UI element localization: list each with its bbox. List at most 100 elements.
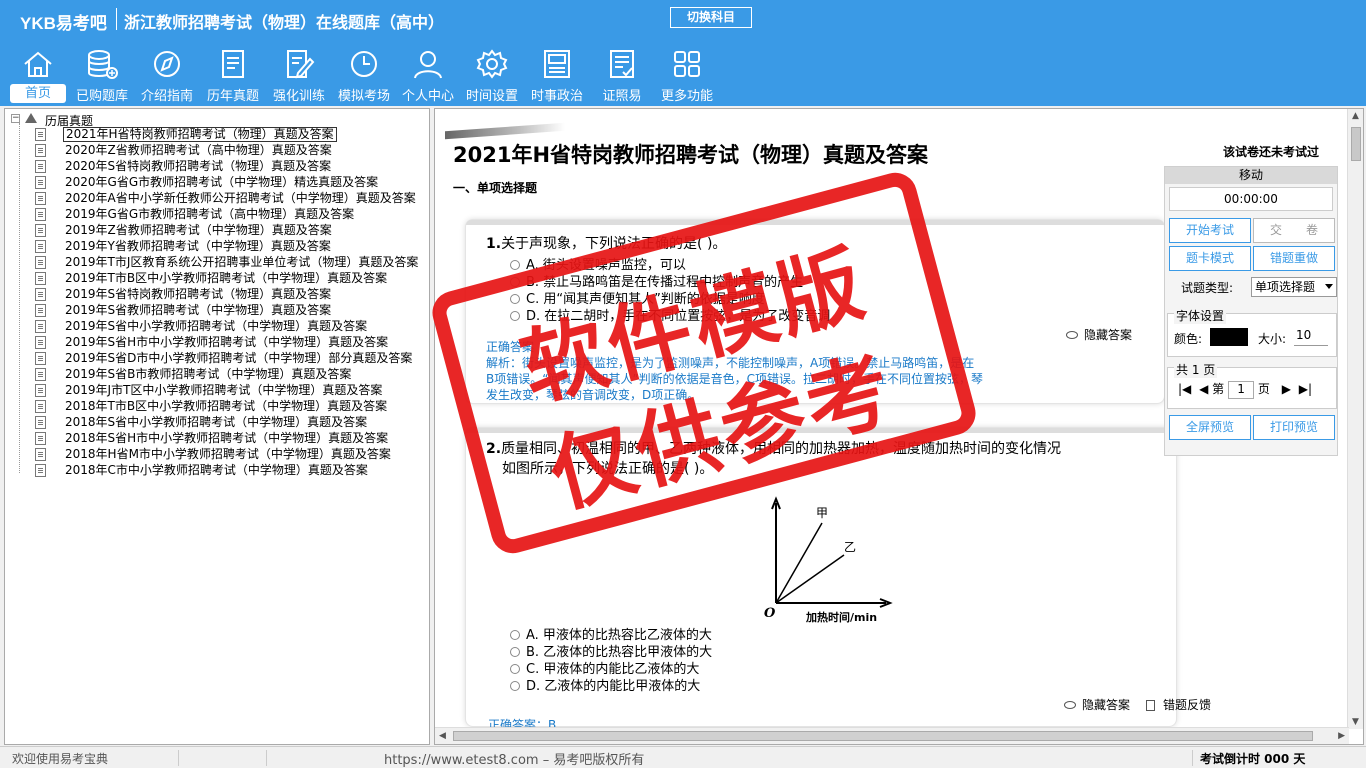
- hide-answer-button[interactable]: 隐藏答案: [1066, 326, 1132, 343]
- nav-license[interactable]: 证照易: [590, 44, 654, 104]
- radio-button[interactable]: [510, 664, 520, 674]
- exam-status: 该试卷还未考试过: [1223, 145, 1320, 159]
- color-picker[interactable]: [1210, 328, 1248, 346]
- radio-button[interactable]: [510, 260, 520, 270]
- page-number-input[interactable]: 1: [1228, 381, 1255, 399]
- document-icon: [35, 192, 46, 205]
- exam-tree-panel: − 历届真题 2021年H省特岗教师招聘考试（物理）真题及答案 2020年Z省教师…: [4, 108, 430, 745]
- option-text: D. 乙液体的内能比甲液体的大: [526, 679, 701, 694]
- font-settings-group: 字体设置 颜色: 大小: 10: [1167, 307, 1337, 357]
- tree-item-label: 2020年Z省教师招聘考试（高中物理）真题及答案: [65, 143, 332, 157]
- tree-connector: [19, 123, 20, 473]
- document-icon: [35, 368, 46, 381]
- tree-item-label: 2018年S省H市中小学教师招聘考试（中学物理）真题及答案: [65, 431, 389, 445]
- scroll-down-icon[interactable]: ▼: [1352, 717, 1359, 727]
- print-preview-button[interactable]: 打印预览: [1253, 415, 1335, 440]
- nav-training[interactable]: 强化训练: [266, 44, 332, 104]
- section-title: 一、单项选择题: [453, 181, 538, 195]
- nav-label: 模拟考场: [337, 89, 390, 104]
- wrong-redo-button[interactable]: 错题重做: [1253, 246, 1335, 271]
- radio-button[interactable]: [510, 647, 520, 657]
- radio-button[interactable]: [510, 630, 520, 640]
- pages-label: 共 1 页: [1174, 361, 1218, 378]
- nav-purchased[interactable]: 已购题库: [70, 44, 134, 104]
- document-icon: [35, 144, 46, 157]
- document-icon: [35, 400, 46, 413]
- radio-button[interactable]: [510, 294, 520, 304]
- tree-item-label: 2019年S省中小学教师招聘考试（中学物理）真题及答案: [65, 319, 368, 333]
- first-page-icon[interactable]: |◀: [1178, 382, 1191, 396]
- tree-item-label: 2019年S省教师招聘考试（中学物理）真题及答案: [65, 303, 332, 317]
- question-stem: 2.质量相同、初温相同的甲、乙两种液体，用相同的加热器加热，温度随加热时间的变化…: [486, 438, 1061, 458]
- nav-label: 个人中心: [401, 89, 454, 104]
- document-icon: [35, 336, 46, 349]
- question-number: 2.: [486, 441, 502, 457]
- graph-label-b: 乙: [844, 540, 856, 554]
- document-icon: [35, 416, 46, 429]
- eye-off-icon: [1066, 331, 1078, 339]
- error-feedback-button[interactable]: 错题反馈: [1146, 696, 1211, 713]
- nav-home[interactable]: 首页: [6, 44, 70, 104]
- tree-item-label: 2019年G省G市教师招聘考试（高中物理）真题及答案: [65, 207, 355, 221]
- option-d[interactable]: D. 乙液体的内能比甲液体的大: [510, 675, 700, 694]
- document-icon: [35, 272, 46, 285]
- last-page-icon[interactable]: ▶|: [1299, 382, 1312, 396]
- radio-button[interactable]: [510, 277, 520, 287]
- nav-time-settings[interactable]: 时间设置: [460, 44, 524, 104]
- nav-past-exams[interactable]: 历年真题: [200, 44, 266, 104]
- submit-button[interactable]: 交 卷: [1253, 218, 1335, 243]
- collapse-icon[interactable]: −: [11, 114, 20, 123]
- page-prefix: 第: [1212, 382, 1225, 396]
- vertical-scrollbar[interactable]: ▲ ▼: [1347, 109, 1363, 729]
- checklist-icon: [610, 50, 634, 78]
- radio-button[interactable]: [510, 311, 520, 321]
- card-mode-button[interactable]: 题卡模式: [1169, 246, 1251, 271]
- temperature-time-graph: 甲 乙 O 加热时间/min: [764, 496, 893, 623]
- document-list-icon: [222, 50, 244, 78]
- tree-item-label: 2019年S省H市中小学教师招聘考试（中学物理）真题及答案: [65, 335, 389, 349]
- chevron-down-icon: [1325, 284, 1333, 289]
- scroll-left-icon[interactable]: ◀: [439, 731, 446, 741]
- next-page-icon[interactable]: ▶: [1282, 382, 1291, 396]
- font-size-input[interactable]: 10: [1294, 328, 1328, 346]
- move-handle[interactable]: 移动: [1165, 167, 1337, 184]
- scroll-up-icon[interactable]: ▲: [1352, 111, 1359, 121]
- prev-page-icon[interactable]: ◀: [1199, 382, 1208, 396]
- nav-label: 介绍指南: [140, 89, 193, 104]
- nav-more[interactable]: 更多功能: [654, 44, 720, 104]
- nav-current-affairs[interactable]: 时事政治: [524, 44, 590, 104]
- compass-icon: [154, 51, 180, 77]
- document-icon: [35, 224, 46, 237]
- option-d[interactable]: D. 在拉二胡时，手在不同位置按弦，是为了改变音调: [510, 305, 830, 324]
- brand-divider: [116, 8, 117, 30]
- switch-subject-button[interactable]: 切换科目: [670, 7, 752, 28]
- hide-answer-button[interactable]: 隐藏答案: [1064, 696, 1130, 713]
- nav-guide[interactable]: 介绍指南: [134, 44, 200, 104]
- nav-mock-exam[interactable]: 模拟考场: [332, 44, 396, 104]
- edit-document-icon: [287, 50, 315, 79]
- scroll-thumb[interactable]: [453, 731, 1313, 741]
- scroll-right-icon[interactable]: ▶: [1338, 731, 1345, 741]
- horizontal-scrollbar[interactable]: ◀ ▶: [435, 727, 1349, 744]
- radio-button[interactable]: [510, 681, 520, 691]
- nav-label: 时间设置: [465, 89, 518, 104]
- start-exam-button[interactable]: 开始考试: [1169, 218, 1251, 243]
- graph-line-b: [775, 554, 845, 604]
- question-type-select[interactable]: 单项选择题: [1251, 277, 1337, 297]
- main-toolbar: 首页 已购题库 介绍指南 历年真题 强化训练 模拟考场 个人中心 时间设置 时事…: [0, 44, 1366, 106]
- answer-label: 正确答案: [486, 340, 535, 354]
- fullscreen-preview-button[interactable]: 全屏预览: [1169, 415, 1251, 440]
- feedback-icon: [1146, 700, 1155, 711]
- nav-personal[interactable]: 个人中心: [396, 44, 460, 104]
- status-welcome: 欢迎使用易考宝典: [12, 752, 109, 766]
- document-icon: [35, 128, 46, 141]
- error-feedback-label: 错题反馈: [1163, 698, 1212, 712]
- scroll-thumb[interactable]: [1351, 127, 1361, 161]
- exam-title: 2021年H省特岗教师招聘考试（物理）真题及答案: [453, 143, 929, 167]
- status-bar: 欢迎使用易考宝典 https://www.etest8.com – 易考吧版权所…: [0, 746, 1366, 768]
- color-label: 颜色:: [1174, 332, 1203, 346]
- hide-answer-label: 隐藏答案: [1084, 328, 1133, 342]
- document-icon: [35, 464, 46, 477]
- brand-logo: YKB易考吧: [20, 14, 107, 33]
- question-card: 1.关于声现象，下列说法正确的是( )。 A. 街头设置噪声监控，可以 B. 禁…: [465, 219, 1165, 404]
